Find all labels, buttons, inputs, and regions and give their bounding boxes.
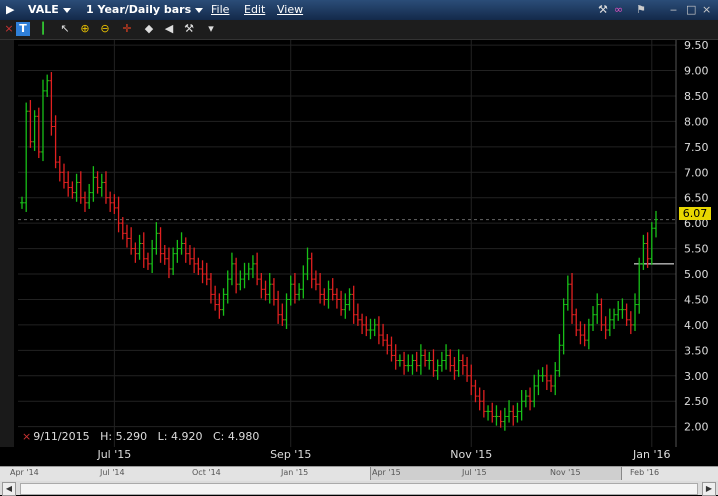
chart-toolbar: × T ┃ ↖ ⊕ ⊖ ✛ ◆ ◀ ⚒ ▾ — [0, 20, 718, 40]
dropdown-icon[interactable]: ▾ — [204, 22, 218, 36]
navigator-selection[interactable] — [370, 467, 622, 480]
chevron-down-icon — [62, 7, 71, 13]
scroll-left-icon[interactable]: ◀ — [2, 482, 16, 496]
period-label: 1 Year/Daily bars — [86, 3, 192, 16]
menu-file[interactable]: File — [211, 3, 229, 16]
wrench-icon[interactable]: ⚒ — [598, 3, 608, 16]
navigator-label: Feb '16 — [630, 468, 660, 477]
y-tick-label: 3.50 — [684, 344, 709, 357]
maximize-icon[interactable]: □ — [686, 3, 696, 16]
crosshair-icon[interactable]: ✛ — [120, 22, 134, 36]
bar-chart-icon[interactable]: ┃ — [36, 22, 50, 36]
low-value: 4.920 — [170, 430, 203, 443]
y-tick-label: 4.50 — [684, 293, 709, 306]
y-tick-label: 2.50 — [684, 395, 709, 408]
scrollbar-thumb[interactable] — [20, 483, 698, 495]
zoom-in-icon[interactable]: ⊕ — [78, 22, 92, 36]
y-tick-label: 8.50 — [684, 90, 709, 103]
x-tick-label: Jan '16 — [632, 448, 670, 461]
wrench-tool-icon[interactable]: ⚒ — [182, 22, 196, 36]
y-tick-label: 9.00 — [684, 65, 709, 78]
navigator-label: Apr '14 — [10, 468, 39, 477]
status-line: × 9/11/2015 H: 5.290 L: 4.920 C: 4.980 — [22, 430, 259, 443]
navigator-label: Nov '15 — [550, 468, 581, 477]
last-price-label: 6.07 — [679, 207, 711, 220]
time-navigator[interactable]: Apr '14 Jul '14 Oct '14 Jan '15 Apr '15 … — [0, 466, 718, 481]
menu-edit[interactable]: Edit — [244, 3, 265, 16]
pointer-icon[interactable]: ↖ — [58, 22, 72, 36]
close-status-icon[interactable]: × — [22, 430, 31, 443]
y-tick-label: 6.50 — [684, 192, 709, 205]
period-selector[interactable]: 1 Year/Daily bars — [86, 3, 204, 16]
title-bar: ▶ VALE 1 Year/Daily bars File Edit View … — [0, 0, 718, 20]
x-tick-label: Nov '15 — [450, 448, 492, 461]
symbol-label: VALE — [28, 3, 59, 16]
status-date: 9/11/2015 — [33, 430, 90, 443]
navigator-label: Oct '14 — [192, 468, 221, 477]
y-tick-label: 8.00 — [684, 115, 709, 128]
left-scale-strip[interactable] — [0, 40, 15, 447]
y-tick-label: 9.50 — [684, 40, 709, 52]
y-tick-label: 7.00 — [684, 166, 709, 179]
text-icon[interactable]: T — [16, 22, 30, 36]
close-value: 4.980 — [227, 430, 260, 443]
menu-view[interactable]: View — [277, 3, 303, 16]
fit-horizontal-icon[interactable]: ◀ — [162, 22, 176, 36]
y-tick-label: 4.00 — [684, 319, 709, 332]
price-chart[interactable]: 9.509.008.508.007.507.006.506.005.505.00… — [14, 40, 718, 466]
zoom-out-icon[interactable]: ⊖ — [98, 22, 112, 36]
symbol-selector[interactable]: VALE — [28, 3, 71, 16]
close-label: C: — [212, 430, 225, 443]
y-tick-label: 5.50 — [684, 243, 709, 256]
arrow-icon[interactable]: ▶ — [6, 3, 14, 16]
low-label: L: — [157, 430, 168, 443]
navigator-label: Jul '15 — [462, 468, 487, 477]
high-value: 5.290 — [115, 430, 148, 443]
navigator-label: Apr '15 — [372, 468, 401, 477]
scroll-right-icon[interactable]: ▶ — [702, 482, 716, 496]
high-label: H: — [100, 430, 113, 443]
link-icon[interactable]: ∞ — [614, 3, 623, 16]
y-tick-label: 5.00 — [684, 268, 709, 281]
navigator-label: Jul '14 — [100, 468, 125, 477]
y-tick-label: 2.00 — [684, 421, 709, 434]
y-tick-label: 3.00 — [684, 370, 709, 383]
close-panel-icon[interactable]: × — [2, 22, 16, 36]
minimize-icon[interactable]: ‒ — [670, 3, 677, 16]
close-icon[interactable]: × — [702, 3, 711, 16]
x-tick-label: Jul '15 — [96, 448, 131, 461]
chevron-down-icon — [195, 7, 204, 13]
navigator-label: Jan '15 — [281, 468, 309, 477]
y-tick-label: 7.50 — [684, 141, 709, 154]
x-tick-label: Sep '15 — [270, 448, 311, 461]
fit-icon[interactable]: ◆ — [142, 22, 156, 36]
horizontal-scrollbar[interactable]: ◀ ▶ — [0, 481, 718, 496]
pin-icon[interactable]: ⚑ — [636, 3, 646, 16]
